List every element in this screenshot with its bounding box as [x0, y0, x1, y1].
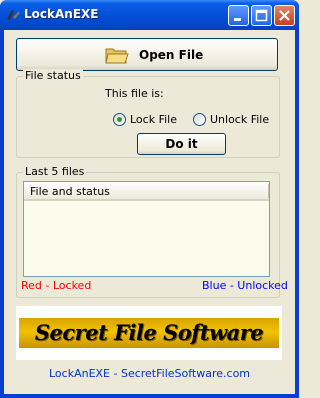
maximize-icon: [255, 9, 268, 22]
client-area: Open File File status This file is: Lock…: [4, 30, 295, 394]
app-icon: [7, 10, 20, 20]
minimize-icon: [234, 18, 241, 21]
close-icon: [279, 10, 290, 21]
unlock-file-label[interactable]: Unlock File: [210, 113, 269, 126]
open-file-label: Open File: [139, 48, 204, 62]
column-header-file-and-status[interactable]: File and status: [30, 185, 110, 198]
file-status-group: File status This file is: Lock File Unlo…: [16, 69, 280, 158]
maximize-button[interactable]: [251, 5, 272, 26]
recent-files-list[interactable]: File and status: [23, 181, 270, 277]
lock-file-radio[interactable]: [113, 113, 126, 126]
do-it-button[interactable]: Do it: [137, 133, 226, 155]
unlock-file-radio[interactable]: [193, 113, 206, 126]
open-file-button[interactable]: Open File: [16, 38, 278, 71]
banner-logo: Secret File Software: [19, 318, 279, 348]
folder-icon: [105, 48, 129, 64]
this-file-label: This file is:: [105, 87, 164, 100]
banner-text: Secret File Software: [34, 320, 264, 345]
legend-unlocked: Blue - Unlocked: [202, 279, 288, 292]
legend-locked: Red - Locked: [21, 279, 92, 292]
footer-link[interactable]: LockAnEXE - SecretFileSoftware.com: [4, 367, 295, 380]
close-button[interactable]: [274, 5, 295, 26]
file-status-legend: File status: [23, 69, 83, 82]
title-bar[interactable]: LockAnEXE: [0, 0, 299, 30]
list-header[interactable]: File and status: [24, 182, 269, 201]
app-window: LockAnEXE Open File File status This fil…: [0, 0, 299, 398]
last-files-legend: Last 5 files: [23, 165, 87, 178]
window-bottom-border: [0, 394, 299, 398]
column-divider[interactable]: [268, 184, 269, 198]
lock-file-label[interactable]: Lock File: [130, 113, 177, 126]
secret-file-software-banner: Secret File Software: [16, 306, 282, 360]
window-title: LockAnEXE: [24, 7, 99, 21]
minimize-button[interactable]: [228, 5, 249, 26]
